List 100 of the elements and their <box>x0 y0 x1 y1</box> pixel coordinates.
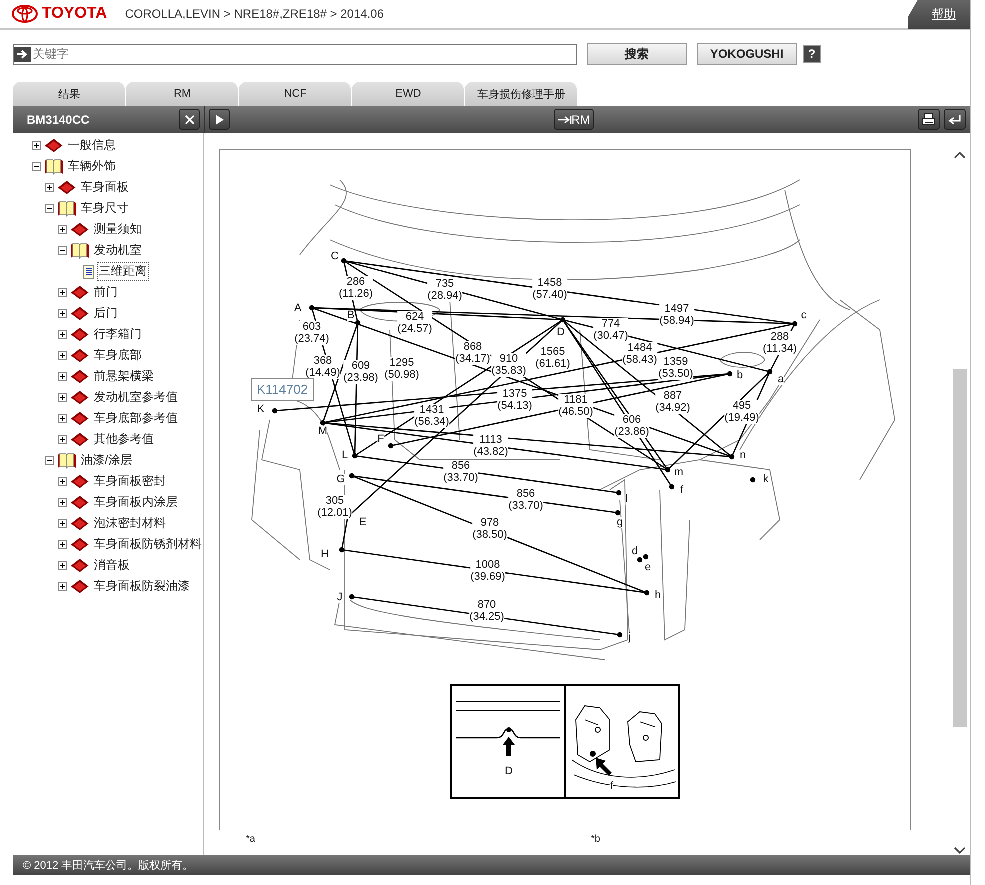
measurement-label: 606 (23.86) <box>614 414 650 438</box>
point-label: n <box>740 450 746 462</box>
point-label: D <box>505 766 513 778</box>
expand-icon[interactable] <box>58 582 67 591</box>
tree-item[interactable]: 行李箱门 <box>93 326 143 343</box>
tree-item[interactable]: 车身底部参考值 <box>93 410 179 427</box>
expand-icon[interactable] <box>58 561 67 570</box>
tab[interactable]: NCF <box>239 82 352 106</box>
closed-book-icon <box>70 494 90 510</box>
close-button[interactable] <box>179 109 200 130</box>
expand-icon[interactable] <box>58 393 67 402</box>
rm-button[interactable]: RM <box>554 109 594 130</box>
tree-item[interactable]: 发动机室 <box>93 242 143 259</box>
scrollbar-thumb[interactable] <box>953 369 967 727</box>
expand-icon[interactable] <box>58 414 67 423</box>
tree-item[interactable]: 车身面板 <box>80 179 130 196</box>
closed-book-icon <box>70 284 90 300</box>
tree-item[interactable]: 车身面板内涂层 <box>93 494 179 511</box>
point-label: M <box>318 426 328 438</box>
expand-icon[interactable] <box>58 477 67 486</box>
tree-item[interactable]: 车辆外饰 <box>67 158 117 175</box>
measurement-label: 1497 (58.94) <box>660 303 694 327</box>
point-label: a <box>778 374 784 386</box>
logo-icon <box>12 5 38 23</box>
tree-item[interactable]: 前悬架横梁 <box>93 368 155 385</box>
collapse-icon[interactable] <box>45 204 54 213</box>
measure-point <box>644 590 650 596</box>
tree-item[interactable]: 车身面板防裂油漆 <box>93 578 191 595</box>
point-label: J <box>337 592 343 604</box>
closed-book-icon <box>70 368 90 384</box>
scroll-up-icon[interactable] <box>954 151 966 159</box>
closed-book-icon <box>70 432 90 448</box>
search-field[interactable]: 关键字 <box>13 44 577 64</box>
back-button[interactable] <box>944 109 966 130</box>
tree-item[interactable]: 发动机室参考值 <box>93 389 179 406</box>
point-label: b <box>736 370 744 382</box>
expand-icon[interactable] <box>45 183 54 192</box>
expand-icon[interactable] <box>58 435 67 444</box>
expand-icon[interactable] <box>58 330 67 339</box>
point-label: L <box>342 450 348 462</box>
tree-item[interactable]: 前门 <box>93 284 119 301</box>
expand-icon[interactable] <box>58 498 67 507</box>
closed-book-icon <box>70 578 90 594</box>
expand-icon[interactable] <box>58 225 67 234</box>
document-icon <box>83 264 95 278</box>
yokogushi-button[interactable]: YOKOGUSHI <box>697 43 797 65</box>
tree-item[interactable]: 后门 <box>93 305 119 322</box>
measure-point <box>615 510 621 516</box>
expand-icon[interactable] <box>32 141 41 150</box>
measurement-label: 1565 (61.61) <box>536 346 570 370</box>
expand-icon[interactable] <box>58 309 67 318</box>
collapse-icon[interactable] <box>58 246 67 255</box>
expand-icon[interactable] <box>58 288 67 297</box>
collapse-icon[interactable] <box>32 162 41 171</box>
tree-item[interactable]: 油漆/涂层 <box>80 452 134 469</box>
play-icon <box>216 114 224 124</box>
measurement-label: 868 (34.17) <box>456 341 490 365</box>
help-button[interactable]: ? <box>803 45 821 63</box>
point-label: B <box>347 310 355 322</box>
tree-item[interactable]: 车身尺寸 <box>80 200 130 217</box>
closed-book-icon <box>70 348 90 364</box>
measure-point <box>349 473 355 479</box>
measurement-label: 305 (12.01) <box>318 495 352 519</box>
tree-item[interactable]: 测量须知 <box>93 221 143 238</box>
collapse-icon[interactable] <box>45 456 54 465</box>
measurement-label: 910 (35.83) <box>492 353 526 377</box>
point-label: j <box>628 632 632 644</box>
expand-icon[interactable] <box>58 519 67 528</box>
closed-book-icon <box>70 474 90 490</box>
tree-item[interactable]: 其他参考值 <box>93 431 155 448</box>
point-label: g <box>616 518 624 528</box>
play-button[interactable] <box>209 109 230 130</box>
point-label: l <box>626 494 628 506</box>
measurement-label: 624 (24.57) <box>398 311 432 335</box>
print-button[interactable] <box>918 109 940 130</box>
tab[interactable]: 结果 <box>13 82 126 106</box>
tab[interactable]: RM <box>126 82 239 106</box>
tree-item[interactable]: 三维距离 <box>98 263 148 280</box>
tree-item[interactable]: 车身面板密封 <box>93 473 167 490</box>
tree-item[interactable]: 车身面板防锈剂材料 <box>93 536 203 553</box>
point-label: E <box>359 518 367 528</box>
point-label: D <box>557 328 565 338</box>
help-link[interactable]: 帮助 <box>908 0 970 29</box>
expand-icon[interactable] <box>58 540 67 549</box>
tree-item[interactable]: 泡沫密封材料 <box>93 515 167 532</box>
measure-point <box>355 320 361 326</box>
tab[interactable]: 车身损伤修理手册 <box>465 82 578 106</box>
search-button[interactable]: 搜索 <box>587 43 687 65</box>
expand-icon[interactable] <box>58 351 67 360</box>
tree-item[interactable]: 车身底部 <box>93 347 143 364</box>
return-icon <box>948 114 962 126</box>
point-label: f <box>610 782 614 792</box>
point-label: d <box>632 546 638 558</box>
printer-icon <box>922 112 936 126</box>
tab[interactable]: EWD <box>352 82 465 106</box>
expand-icon[interactable] <box>58 372 67 381</box>
scroll-down-icon[interactable] <box>954 847 966 855</box>
tree-item[interactable]: 消音板 <box>93 557 131 574</box>
tree-item[interactable]: 一般信息 <box>67 137 117 154</box>
closed-book-icon <box>70 410 90 426</box>
